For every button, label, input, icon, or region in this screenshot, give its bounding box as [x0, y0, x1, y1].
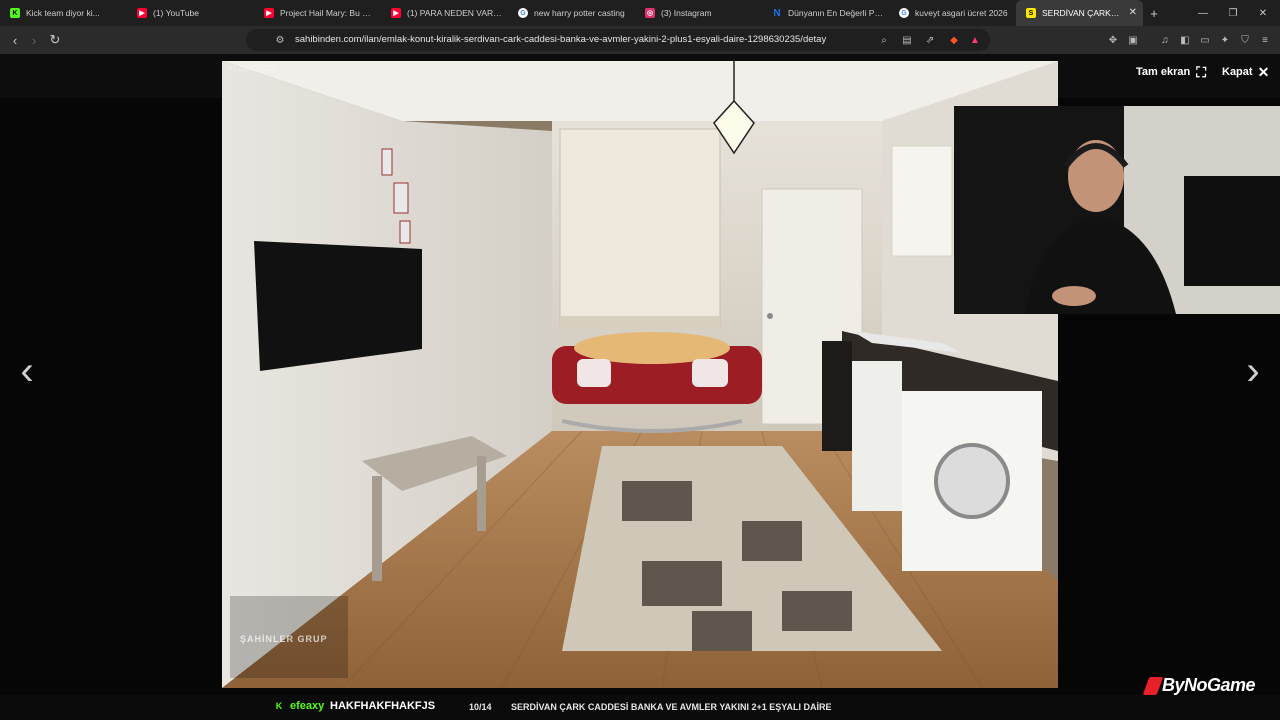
- reader-icon[interactable]: ▤: [899, 32, 915, 48]
- zoom-icon[interactable]: ⌕: [876, 32, 892, 48]
- photo-counter: 10/14: [469, 702, 492, 712]
- forward-button[interactable]: ›: [24, 30, 44, 50]
- back-arrow-icon: ‹: [12, 32, 18, 48]
- chevron-right-icon: ›: [1246, 349, 1260, 393]
- address-bar[interactable]: ⚙ sahibinden.com/ilan/emlak-konut-kirali…: [246, 29, 990, 51]
- minimize-button[interactable]: —: [1188, 0, 1218, 26]
- tab-strip: K Kick team diyor ki... ▶ (1) YouTube ▶ …: [0, 0, 1280, 26]
- youtube-icon: ▶: [391, 8, 401, 18]
- youtube-icon: ▶: [137, 8, 147, 18]
- restore-button[interactable]: ❐: [1218, 0, 1248, 26]
- window-close-button[interactable]: ✕: [1248, 0, 1278, 26]
- tab-title: (1) PARA NEDEN VAR?: En: [407, 8, 502, 18]
- listing-number: #1298630235: [228, 64, 277, 73]
- new-tab-button[interactable]: +: [1143, 0, 1165, 26]
- webcam-overlay: [954, 106, 1280, 314]
- reload-button[interactable]: ↻: [45, 30, 65, 50]
- tab-sahibinden-active[interactable]: S SERDİVAN ÇARK CADDESİ ✕: [1016, 0, 1143, 26]
- wallet-icon[interactable]: ▣: [1125, 32, 1141, 48]
- reload-icon: ↻: [49, 32, 61, 47]
- vpn-icon[interactable]: ⛉: [1237, 32, 1253, 48]
- close-icon: ✕: [1257, 63, 1270, 80]
- tab-kick[interactable]: K Kick team diyor ki...: [0, 0, 127, 26]
- tab-youtube[interactable]: ▶ (1) YouTube: [127, 0, 254, 26]
- kick-icon: K: [10, 8, 20, 18]
- close-label: Kapat: [1222, 66, 1253, 78]
- screen: K Kick team diyor ki... ▶ (1) YouTube ▶ …: [0, 0, 1280, 720]
- google-icon: G: [518, 8, 528, 18]
- next-photo-button[interactable]: ›: [1238, 348, 1268, 394]
- chat-message-author: K efeaxy: [274, 700, 325, 712]
- fullscreen-button[interactable]: Tam ekran ⛶: [1136, 64, 1206, 80]
- sidebar-icon[interactable]: ◧: [1177, 32, 1193, 48]
- tab-title: new harry potter casting: [534, 8, 625, 18]
- tab-title: Project Hail Mary: Bu Film: [280, 8, 375, 18]
- tab-title: (1) YouTube: [153, 8, 199, 18]
- tab-title: Dünyanın En Değerli Para: [788, 8, 883, 18]
- brave-shield-icon[interactable]: ◆: [946, 32, 962, 48]
- brave-rewards-icon[interactable]: ▲: [967, 32, 983, 48]
- forward-arrow-icon: ›: [31, 32, 37, 48]
- brand-logo-text: ByNoGame: [1162, 675, 1256, 695]
- browser-toolbar: ‹ › ↻ ▯ ⚙ sahibinden.com/ilan/emlak-konu…: [0, 26, 1280, 54]
- tab-title: kuveyt asgari ücret 2026: [915, 8, 1008, 18]
- expand-icon: ⛶: [1196, 63, 1207, 80]
- tab-asgari-ucret[interactable]: G kuveyt asgari ücret 2026: [889, 0, 1016, 26]
- menu-icon[interactable]: ≡: [1257, 32, 1273, 48]
- share-icon[interactable]: ⇗: [922, 32, 938, 48]
- kick-icon: K: [275, 701, 283, 711]
- media-icon[interactable]: ♫: [1157, 32, 1173, 48]
- room-photo: [222, 61, 1058, 688]
- extensions-icon[interactable]: ✥: [1105, 32, 1121, 48]
- back-button[interactable]: ‹: [5, 30, 25, 50]
- youtube-icon: ▶: [264, 8, 274, 18]
- fullscreen-label: Tam ekran: [1136, 66, 1191, 78]
- google-icon: G: [899, 8, 909, 18]
- sahibinden-icon: S: [1026, 8, 1036, 18]
- bynogame-logo-icon: [1142, 676, 1164, 695]
- tab-harry-potter-search[interactable]: G new harry potter casting: [508, 0, 635, 26]
- listing-caption: SERDİVAN ÇARK CADDESİ BANKA VE AVMLER YA…: [511, 702, 832, 712]
- stream-brand-logo: ByNoGame: [1142, 675, 1256, 696]
- tab-instagram[interactable]: ◎ (3) Instagram: [635, 0, 762, 26]
- listing-photo: [222, 61, 1058, 688]
- tab-title: Kick team diyor ki...: [26, 8, 100, 18]
- previous-photo-button[interactable]: ‹: [12, 348, 42, 394]
- instagram-icon: ◎: [645, 8, 655, 18]
- chat-message-text: HAKFHAKFHAKFJS: [330, 700, 436, 712]
- close-lightbox-button[interactable]: Kapat ✕: [1222, 64, 1269, 80]
- tab-title: SERDİVAN ÇARK CADDESİ: [1042, 8, 1120, 18]
- leo-ai-icon[interactable]: ✦: [1217, 32, 1233, 48]
- tab-project-hail-mary[interactable]: ▶ Project Hail Mary: Bu Film: [254, 0, 381, 26]
- tab-manager-icon[interactable]: ▭: [1197, 32, 1213, 48]
- url-text: sahibinden.com/ilan/emlak-konut-kiralik-…: [295, 34, 827, 45]
- tab-title: (3) Instagram: [661, 8, 712, 18]
- streamer-webcam: [954, 106, 1280, 314]
- n-icon: N: [773, 7, 781, 19]
- close-tab-icon[interactable]: ✕: [1129, 7, 1137, 18]
- tab-degerli-para[interactable]: N Dünyanın En Değerli Para: [762, 0, 889, 26]
- chat-username: efeaxy: [290, 700, 325, 712]
- tab-para-neden-var[interactable]: ▶ (1) PARA NEDEN VAR?: En: [381, 0, 508, 26]
- site-settings-icon[interactable]: ⚙: [272, 32, 288, 48]
- photo-watermark: ŞAHİNLER GRUP: [240, 634, 328, 644]
- chevron-left-icon: ‹: [20, 349, 34, 393]
